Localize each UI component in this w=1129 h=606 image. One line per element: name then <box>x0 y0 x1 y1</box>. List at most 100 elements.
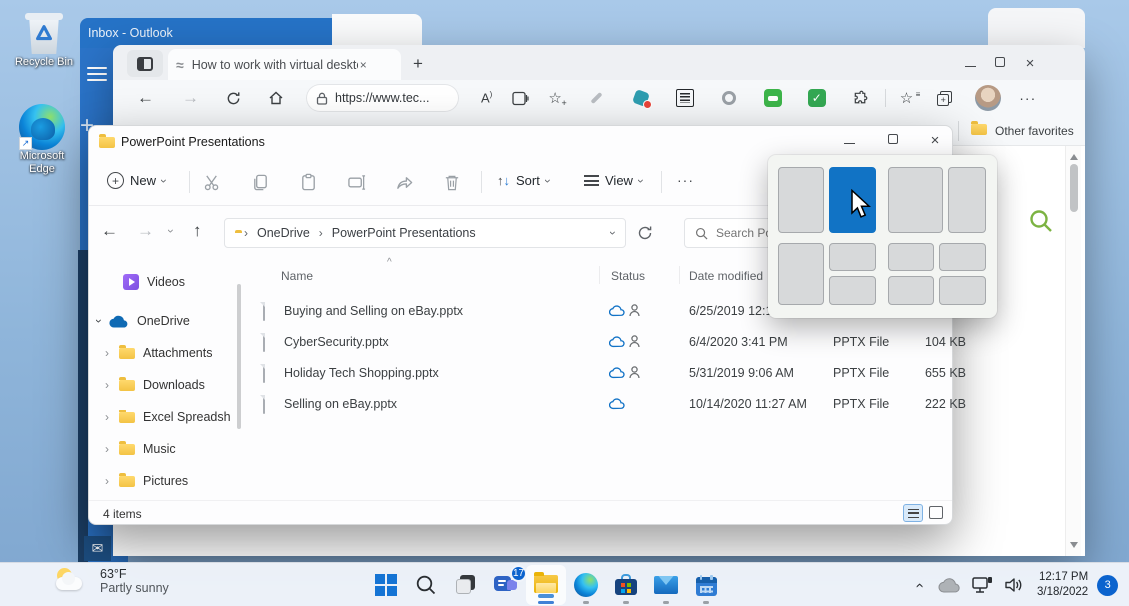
breadcrumb-current[interactable]: PowerPoint Presentations <box>332 226 476 240</box>
rename-icon[interactable] <box>347 173 367 192</box>
sidebar-scrollbar[interactable] <box>237 284 241 429</box>
workspaces-button[interactable] <box>127 50 163 77</box>
thumbnail-view-toggle[interactable] <box>929 506 943 519</box>
sidebar-item-attachments[interactable]: › Attachments <box>105 344 212 360</box>
snap-option-quad-grid[interactable] <box>888 243 988 305</box>
sidebar-item-music[interactable]: › Music <box>105 440 176 456</box>
file-row[interactable]: CyberSecurity.pptx 6/4/2020 3:41 PM PPTX… <box>251 328 966 359</box>
scrollbar-up-arrow[interactable] <box>1069 154 1078 160</box>
new-button[interactable]: + New › <box>107 172 171 189</box>
extension-teal-icon[interactable] <box>631 89 652 109</box>
sidebar-item-pictures[interactable]: › Pictures <box>105 472 188 488</box>
forward-button[interactable]: → <box>182 88 199 108</box>
copy-icon[interactable] <box>251 173 270 192</box>
page-share-email-icon[interactable]: ✉ <box>84 536 111 561</box>
extensions-puzzle-icon[interactable] <box>852 90 869 107</box>
extension-roboform-icon[interactable] <box>763 89 782 107</box>
collections-icon[interactable]: + <box>937 90 953 106</box>
weather-widget[interactable]: 63°F Partly sunny <box>54 566 169 596</box>
snap-pane[interactable] <box>948 167 986 233</box>
notification-count-badge[interactable]: 3 <box>1097 574 1119 596</box>
sort-button[interactable]: ↑↓ Sort › <box>497 173 555 188</box>
browser-tab[interactable]: ≈ How to work with virtual desktop × <box>168 49 401 80</box>
sidebar-item-onedrive[interactable]: › OneDrive <box>92 314 190 328</box>
minimize-button[interactable] <box>955 55 985 72</box>
sidebar-item-downloads[interactable]: › Downloads <box>105 376 205 392</box>
outlook-hamburger-icon[interactable] <box>87 63 107 85</box>
see-more-button[interactable]: ··· <box>677 172 694 188</box>
search-button[interactable] <box>406 565 446 605</box>
address-dropdown-icon[interactable]: › <box>606 231 620 235</box>
extension-pen-icon[interactable] <box>588 89 606 107</box>
refresh-icon[interactable] <box>226 91 241 106</box>
desktop-icon-microsoft-edge[interactable]: ↗ Microsoft Edge <box>10 104 74 176</box>
task-view-button[interactable] <box>446 565 486 605</box>
extension-office-icon[interactable] <box>720 89 738 107</box>
network-tray-icon[interactable] <box>972 576 994 594</box>
sidebar-item-excel-spreadsheets[interactable]: › Excel Spreadsh <box>105 410 237 424</box>
snap-pane[interactable] <box>939 276 986 305</box>
details-view-toggle[interactable] <box>903 504 923 522</box>
snap-pane[interactable] <box>939 243 986 271</box>
view-button[interactable]: View › <box>584 173 648 188</box>
read-aloud-icon[interactable]: A) <box>481 90 492 105</box>
new-tab-button[interactable]: + <box>413 54 423 74</box>
snap-pane[interactable] <box>778 167 824 233</box>
onedrive-tray-icon[interactable] <box>938 577 962 593</box>
mail-button[interactable] <box>646 565 686 605</box>
edge-button[interactable] <box>566 565 606 605</box>
share-icon[interactable] <box>395 173 414 192</box>
extension-check-icon[interactable]: ✓ <box>807 89 826 107</box>
chat-button[interactable]: 17 <box>486 565 527 605</box>
extension-news-icon[interactable] <box>675 89 694 107</box>
chevron-expanded-icon[interactable]: › <box>92 319 106 323</box>
file-row[interactable]: Selling on eBay.pptx 10/14/2020 11:27 AM… <box>251 390 966 421</box>
clock[interactable]: 12:17 PM 3/18/2022 <box>1037 570 1088 600</box>
calendar-button[interactable] <box>686 565 726 605</box>
snap-pane[interactable] <box>888 276 934 305</box>
snap-option-wide-left[interactable] <box>888 167 988 233</box>
page-scrollbar[interactable] <box>1065 146 1081 556</box>
profile-avatar[interactable] <box>975 85 1002 111</box>
home-icon[interactable] <box>268 90 284 106</box>
close-button[interactable]: × <box>915 132 955 149</box>
column-header-name[interactable]: Name <box>281 269 313 283</box>
refresh-icon[interactable] <box>637 225 653 241</box>
settings-more-icon[interactable]: ··· <box>1019 90 1036 106</box>
snap-pane[interactable] <box>888 243 934 271</box>
paste-icon[interactable] <box>299 173 318 192</box>
other-favorites-label[interactable]: Other favorites <box>995 124 1074 138</box>
favorites-add-icon[interactable]: ☆ + <box>548 89 566 108</box>
scrollbar-thumb[interactable] <box>1069 164 1078 212</box>
desktop-icon-recycle-bin[interactable]: Recycle Bin <box>14 12 74 69</box>
favorites-bar-icon[interactable]: ☆ ≡ <box>900 89 920 107</box>
hidden-icons-chevron[interactable]: › <box>911 571 928 599</box>
close-button[interactable]: × <box>1015 55 1045 72</box>
file-row[interactable]: Holiday Tech Shopping.pptx 5/31/2019 9:0… <box>251 359 966 390</box>
column-header-status[interactable]: Status <box>611 269 645 283</box>
minimize-button[interactable] <box>827 132 871 149</box>
address-bar[interactable]: https://www.tec... <box>306 84 459 112</box>
nav-back-icon[interactable]: ← <box>101 221 118 241</box>
maximize-button[interactable] <box>871 132 915 149</box>
snap-pane[interactable] <box>829 243 876 271</box>
breadcrumb[interactable]: › OneDrive › PowerPoint Presentations › <box>224 218 626 248</box>
column-header-date[interactable]: Date modified <box>689 269 763 283</box>
immersive-reader-icon[interactable] <box>512 91 530 106</box>
tab-close-icon[interactable]: × <box>360 58 367 72</box>
snap-pane[interactable] <box>888 167 943 233</box>
back-button[interactable]: ← <box>137 88 154 108</box>
page-search-icon[interactable] <box>1028 208 1054 234</box>
store-button[interactable] <box>606 565 646 605</box>
delete-icon[interactable] <box>443 173 461 192</box>
outlook-window-titlebar[interactable]: Inbox - Outlook <box>80 18 332 48</box>
breadcrumb-onedrive[interactable]: OneDrive <box>257 226 310 240</box>
scrollbar-down-arrow[interactable] <box>1069 542 1078 548</box>
nav-forward-icon[interactable]: → <box>137 221 154 241</box>
file-explorer-button[interactable] <box>526 565 566 605</box>
start-button[interactable] <box>366 565 406 605</box>
maximize-button[interactable] <box>985 55 1015 72</box>
snap-option-left-two-stacked[interactable] <box>778 243 878 305</box>
snap-pane[interactable] <box>829 276 876 305</box>
nav-recent-chevron-icon[interactable]: › <box>164 229 178 233</box>
